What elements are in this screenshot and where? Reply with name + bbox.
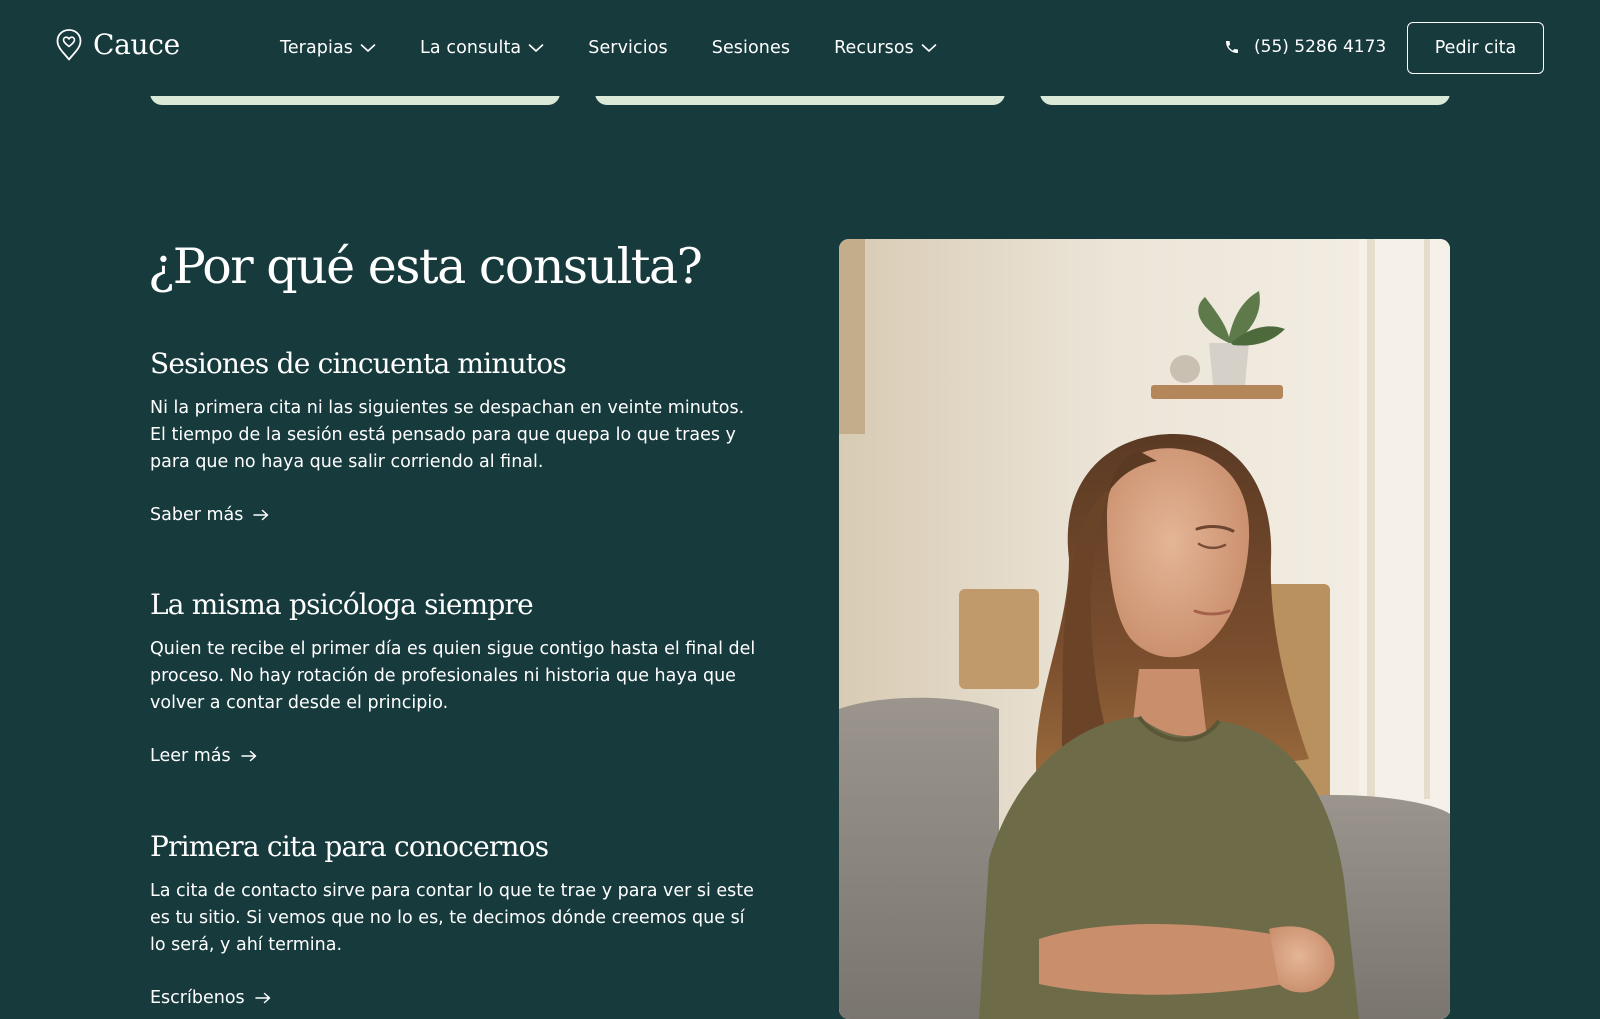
saber-mas-link[interactable]: Saber más — [150, 505, 269, 525]
nav-item-label: Servicios — [588, 38, 668, 58]
nav-item-recursos[interactable]: Recursos — [834, 38, 937, 58]
link-label: Saber más — [150, 504, 244, 525]
location-heart-icon — [56, 29, 82, 61]
brand-logo[interactable]: Cauce — [55, 28, 180, 62]
book-appointment-button[interactable]: Pedir cita — [1407, 22, 1544, 74]
leer-mas-link[interactable]: Leer más — [150, 746, 257, 766]
feature-block: La misma psicóloga siempre Quien te reci… — [150, 588, 770, 766]
phone-link[interactable]: (55) 5286 4173 — [1224, 37, 1386, 57]
feature-title: Sesiones de cincuenta minutos — [150, 347, 567, 380]
feature-text: Quien te recibe el primer día es quien s… — [150, 638, 756, 713]
arrow-right-icon — [240, 750, 256, 761]
site-header: Cauce Terapias La consulta Servicios Ses… — [0, 0, 1600, 96]
nav-item-label: Sesiones — [711, 38, 791, 58]
nav-item-label: La consulta — [420, 38, 522, 58]
link-label: Escríbenos — [150, 987, 245, 1008]
chevron-down-icon — [528, 44, 544, 52]
escribenos-link[interactable]: Escríbenos — [150, 988, 271, 1008]
link-label: Leer más — [150, 745, 231, 766]
feature-title: La misma psicóloga siempre — [150, 588, 534, 621]
feature-text: La cita de contacto sirve para contar lo… — [150, 880, 754, 955]
phone-number: (55) 5286 4173 — [1254, 37, 1387, 57]
chevron-down-icon — [360, 44, 376, 52]
main-nav: Terapias La consulta Servicios Sesiones … — [280, 0, 981, 96]
phone-icon — [1226, 41, 1238, 53]
feature-text: Ni la primera cita ni las siguientes se … — [150, 397, 745, 472]
section-title: ¿Por qué esta consulta? — [148, 238, 703, 295]
nav-item-terapias[interactable]: Terapias — [280, 38, 376, 58]
arrow-right-icon — [253, 509, 269, 520]
arrow-right-icon — [254, 992, 270, 1003]
nav-item-label: Terapias — [280, 38, 354, 58]
chevron-down-icon — [921, 44, 937, 52]
feature-title: Primera cita para conocernos — [150, 830, 549, 863]
therapy-photo — [839, 239, 1450, 1019]
brand-name: Cauce — [93, 28, 180, 61]
nav-item-label: Recursos — [834, 38, 914, 58]
nav-item-la-consulta[interactable]: La consulta — [420, 38, 544, 58]
nav-item-servicios[interactable]: Servicios — [588, 38, 668, 58]
feature-block: Primera cita para conocernos La cita de … — [150, 830, 770, 1008]
nav-item-sesiones[interactable]: Sesiones — [712, 38, 790, 58]
woman-portrait-illustration — [839, 239, 1450, 1019]
feature-block: Sesiones de cincuenta minutos Ni la prim… — [150, 347, 770, 525]
